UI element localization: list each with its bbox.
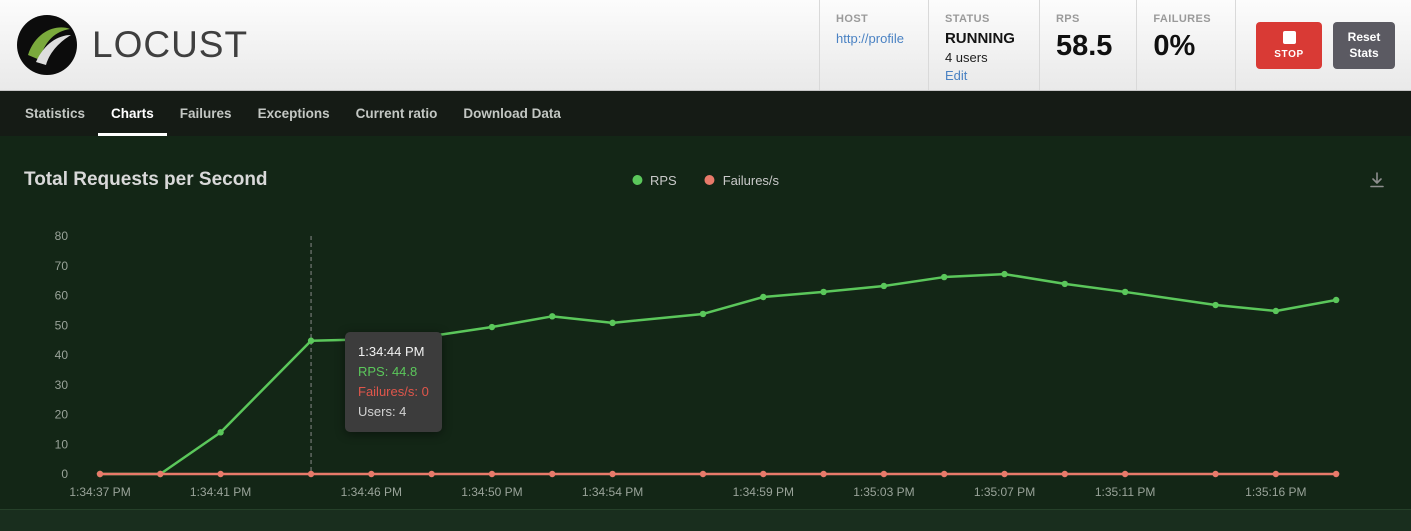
chart-legend: RPS Failures/s bbox=[632, 173, 779, 188]
tab-charts[interactable]: Charts bbox=[98, 91, 167, 136]
svg-text:1:34:59 PM: 1:34:59 PM bbox=[733, 485, 794, 499]
svg-text:1:35:03 PM: 1:35:03 PM bbox=[853, 485, 914, 499]
rps-line-chart[interactable]: 0 10 20 30 40 50 60 70 80 1:34:37 PM 1:34:41 PM 1:3… bbox=[0, 224, 1411, 509]
svg-text:1:34:50 PM: 1:34:50 PM bbox=[461, 485, 522, 499]
svg-text:20: 20 bbox=[55, 408, 69, 422]
rps-dot-icon bbox=[632, 175, 642, 185]
rps-label: RPS bbox=[1056, 13, 1112, 25]
locust-logo-icon bbox=[16, 14, 78, 76]
next-chart-strip bbox=[0, 509, 1411, 531]
tab-exceptions[interactable]: Exceptions bbox=[245, 91, 343, 136]
svg-text:40: 40 bbox=[55, 348, 69, 362]
app-title: LOCUST bbox=[92, 24, 248, 66]
tab-statistics[interactable]: Statistics bbox=[12, 91, 98, 136]
chart-body: 0 10 20 30 40 50 60 70 80 1:34:37 PM 1:34:41 PM 1:3… bbox=[0, 224, 1411, 509]
status-cell: STATUS RUNNING 4 users Edit bbox=[928, 0, 1039, 90]
nav-tabs: Statistics Charts Failures Exceptions Cu… bbox=[0, 91, 1411, 136]
brand: LOCUST bbox=[0, 0, 819, 90]
host-label: HOST bbox=[836, 13, 904, 25]
svg-text:1:34:46 PM: 1:34:46 PM bbox=[341, 485, 402, 499]
stop-square-icon bbox=[1283, 31, 1296, 44]
stop-button-label: STOP bbox=[1274, 49, 1303, 60]
host-link[interactable]: http://profile bbox=[836, 31, 904, 46]
header-buttons: STOP Reset Stats bbox=[1235, 0, 1411, 90]
header: LOCUST HOST http://profile STATUS RUNNIN… bbox=[0, 0, 1411, 91]
reset-stats-button[interactable]: Reset Stats bbox=[1333, 22, 1395, 69]
svg-text:10: 10 bbox=[55, 437, 69, 451]
rps-cell: RPS 58.5 bbox=[1039, 0, 1136, 90]
legend-rps[interactable]: RPS bbox=[632, 173, 677, 188]
rps-chart-panel: Total Requests per Second RPS Failures/s bbox=[0, 150, 1411, 509]
failures-dot-icon bbox=[705, 175, 715, 185]
chart-tooltip: 1:34:44 PM RPS: 44.8 Failures/s: 0 Users… bbox=[345, 332, 442, 432]
header-info-cells: HOST http://profile STATUS RUNNING 4 use… bbox=[819, 0, 1411, 90]
svg-text:1:35:16 PM: 1:35:16 PM bbox=[1245, 485, 1306, 499]
tooltip-rps: RPS: 44.8 bbox=[358, 362, 429, 382]
download-chart-icon[interactable] bbox=[1367, 170, 1387, 190]
failures-cell: FAILURES 0% bbox=[1136, 0, 1235, 90]
stop-button[interactable]: STOP bbox=[1256, 22, 1322, 69]
tab-download-data[interactable]: Download Data bbox=[450, 91, 574, 136]
svg-text:1:35:07 PM: 1:35:07 PM bbox=[974, 485, 1035, 499]
svg-text:60: 60 bbox=[55, 289, 69, 303]
status-label: STATUS bbox=[945, 13, 1015, 25]
tooltip-time: 1:34:44 PM bbox=[358, 342, 429, 362]
chart-title: Total Requests per Second bbox=[24, 169, 268, 191]
tab-failures[interactable]: Failures bbox=[167, 91, 245, 136]
failures-value: 0% bbox=[1153, 30, 1211, 63]
edit-users-link[interactable]: Edit bbox=[945, 68, 967, 83]
host-cell: HOST http://profile bbox=[819, 0, 928, 90]
legend-failures-label: Failures/s bbox=[723, 173, 779, 188]
tooltip-users: Users: 4 bbox=[358, 402, 429, 422]
svg-text:1:34:41 PM: 1:34:41 PM bbox=[190, 485, 251, 499]
svg-text:1:34:37 PM: 1:34:37 PM bbox=[69, 485, 130, 499]
failures-label: FAILURES bbox=[1153, 13, 1211, 25]
chart-panel-header: Total Requests per Second RPS Failures/s bbox=[0, 150, 1411, 210]
rps-value: 58.5 bbox=[1056, 30, 1112, 63]
svg-text:0: 0 bbox=[61, 467, 68, 481]
status-user-count: 4 users bbox=[945, 50, 1015, 65]
legend-failures[interactable]: Failures/s bbox=[705, 173, 779, 188]
charts-area: Total Requests per Second RPS Failures/s bbox=[0, 136, 1411, 531]
tooltip-failures: Failures/s: 0 bbox=[358, 382, 429, 402]
tab-current-ratio[interactable]: Current ratio bbox=[343, 91, 451, 136]
svg-text:70: 70 bbox=[55, 259, 69, 273]
legend-rps-label: RPS bbox=[650, 173, 677, 188]
status-value: RUNNING bbox=[945, 30, 1015, 47]
locust-app: LOCUST HOST http://profile STATUS RUNNIN… bbox=[0, 0, 1411, 531]
svg-text:1:34:54 PM: 1:34:54 PM bbox=[582, 485, 643, 499]
svg-text:30: 30 bbox=[55, 378, 69, 392]
svg-text:80: 80 bbox=[55, 229, 69, 243]
svg-text:1:35:11 PM: 1:35:11 PM bbox=[1095, 485, 1155, 499]
svg-text:50: 50 bbox=[55, 318, 69, 332]
